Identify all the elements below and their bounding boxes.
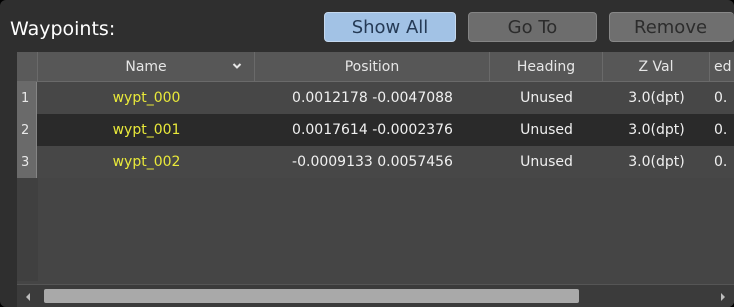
column-header-heading[interactable]: Heading bbox=[490, 52, 603, 81]
panel-title: Waypoints: bbox=[10, 18, 116, 40]
waypoint-partial: 0. bbox=[714, 154, 728, 170]
scrollbar-thumb[interactable] bbox=[44, 289, 579, 303]
waypoint-name: wypt_002 bbox=[112, 154, 181, 170]
column-header-label: Z Val bbox=[638, 58, 674, 75]
waypoint-zval: 3.0(dpt) bbox=[628, 154, 685, 170]
waypoint-heading: Unused bbox=[520, 122, 573, 138]
chevron-down-icon[interactable] bbox=[232, 61, 242, 71]
scroll-left-button[interactable] bbox=[17, 285, 39, 307]
row-header-empty bbox=[17, 178, 38, 281]
waypoint-heading: Unused bbox=[520, 90, 573, 106]
horizontal-scrollbar[interactable] bbox=[17, 284, 734, 307]
column-header-label: ed bbox=[714, 58, 732, 75]
row-number[interactable]: 3 bbox=[17, 146, 37, 178]
waypoints-table: Name Position Heading Z Val ed 1 wypt_00… bbox=[17, 52, 734, 307]
waypoint-name: wypt_000 bbox=[112, 90, 181, 106]
waypoint-position: 0.0017614 -0.0002376 bbox=[292, 122, 453, 138]
arrow-right-icon bbox=[721, 292, 725, 301]
waypoint-name: wypt_001 bbox=[112, 122, 181, 138]
remove-button[interactable]: Remove bbox=[609, 12, 734, 42]
waypoint-position: 0.0012178 -0.0047088 bbox=[292, 90, 453, 106]
go-to-button[interactable]: Go To bbox=[468, 12, 597, 42]
waypoint-partial: 0. bbox=[714, 122, 728, 138]
arrow-left-icon bbox=[26, 292, 30, 301]
waypoint-zval: 3.0(dpt) bbox=[628, 122, 685, 138]
row-number[interactable]: 2 bbox=[17, 114, 37, 146]
row-number[interactable]: 1 bbox=[17, 82, 37, 114]
column-header-label: Position bbox=[344, 58, 400, 75]
waypoint-zval: 3.0(dpt) bbox=[628, 90, 685, 106]
table-corner[interactable] bbox=[17, 52, 38, 81]
scroll-right-button[interactable] bbox=[712, 285, 734, 307]
waypoint-position: -0.0009133 0.0057456 bbox=[292, 154, 453, 170]
column-header-name[interactable]: Name bbox=[38, 52, 255, 81]
table-header: Name Position Heading Z Val ed bbox=[17, 52, 734, 82]
table-row[interactable]: 2 wypt_001 0.0017614 -0.0002376 Unused 3… bbox=[17, 114, 734, 146]
table-row[interactable]: 1 wypt_000 0.0012178 -0.0047088 Unused 3… bbox=[17, 82, 734, 114]
show-all-button[interactable]: Show All bbox=[324, 12, 456, 42]
waypoints-panel: Waypoints: Show All Go To Remove Name Po… bbox=[0, 0, 734, 307]
column-header-label: Name bbox=[125, 58, 167, 75]
table-row[interactable]: 3 wypt_002 -0.0009133 0.0057456 Unused 3… bbox=[17, 146, 734, 178]
waypoint-heading: Unused bbox=[520, 154, 573, 170]
column-header-partial[interactable]: ed bbox=[710, 52, 734, 81]
column-header-zval[interactable]: Z Val bbox=[603, 52, 710, 81]
column-header-label: Heading bbox=[516, 58, 576, 75]
column-header-position[interactable]: Position bbox=[255, 52, 490, 81]
waypoint-partial: 0. bbox=[714, 90, 728, 106]
